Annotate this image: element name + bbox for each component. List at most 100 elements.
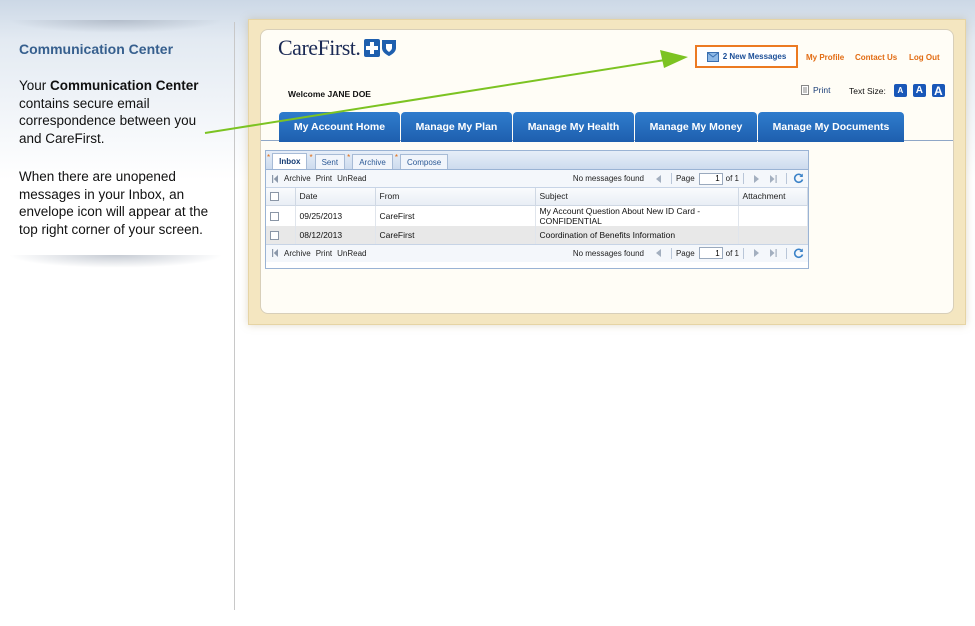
page-number-input[interactable] (698, 172, 723, 185)
panel-paragraph-2: When there are unopened messages in your… (19, 169, 209, 237)
tab-star-icon: * (267, 153, 271, 162)
toolbar-separator (670, 173, 672, 184)
nav-tab-manage-my-plan[interactable]: Manage My Plan (401, 112, 512, 142)
new-messages-button[interactable]: 2 New Messages (695, 45, 798, 68)
cell-date: 09/25/2013 (295, 205, 376, 226)
par1-pre: Your (19, 78, 51, 93)
message-center-panel: * Inbox * Sent * Archive * Compose Archi… (265, 150, 809, 269)
archive-button[interactable]: Archive (284, 174, 311, 183)
print-button[interactable]: Print (801, 85, 830, 95)
tab-inbox[interactable]: * Inbox (267, 152, 308, 169)
first-page-icon[interactable] (272, 174, 278, 183)
bottom-shade-divider (0, 255, 232, 269)
tab-compose-label: Compose (400, 154, 449, 169)
select-all-header (266, 188, 296, 206)
next-page-icon[interactable] (753, 249, 760, 257)
my-profile-link[interactable]: My Profile (806, 53, 844, 62)
toolbar-separator (743, 173, 744, 184)
page-label: Page (675, 174, 695, 183)
cell-from: CareFirst (375, 205, 536, 226)
col-header-from[interactable]: From (375, 188, 536, 206)
nav-tab-manage-my-money[interactable]: Manage My Money (635, 112, 757, 142)
tab-sent[interactable]: * Sent (309, 152, 346, 169)
panel-title: Communication Center (19, 41, 174, 57)
nav-tab-manage-my-documents[interactable]: Manage My Documents (758, 112, 904, 142)
toolbar-separator (743, 247, 744, 259)
text-size-medium-button[interactable]: A (912, 84, 926, 97)
nav-tab-manage-my-health[interactable]: Manage My Health (513, 112, 634, 142)
print-messages-button[interactable]: Print (316, 174, 332, 183)
main-nav: My Account Home Manage My Plan Manage My… (279, 112, 905, 142)
print-icon (801, 85, 809, 95)
previous-page-icon[interactable] (655, 249, 662, 257)
tab-inbox-label: Inbox (272, 153, 308, 169)
blue-cross-icon (364, 39, 381, 57)
nav-tab-my-account-home[interactable]: My Account Home (279, 112, 400, 142)
refresh-icon[interactable] (793, 248, 804, 259)
contact-us-link[interactable]: Contact Us (855, 53, 897, 62)
table-row[interactable]: 08/12/2013 CareFirst Coordination of Ben… (266, 225, 808, 244)
cell-date: 08/12/2013 (295, 225, 376, 244)
page-of-label: of 1 (725, 248, 739, 258)
panel-paragraph-1: Your Communication Center contains secur… (19, 77, 219, 147)
refresh-icon[interactable] (793, 173, 804, 184)
last-page-icon[interactable] (770, 249, 777, 257)
toolbar-separator (786, 173, 787, 184)
row-checkbox-cell (266, 205, 296, 226)
cell-subject[interactable]: My Account Question About New ID Card - … (535, 205, 739, 226)
vertical-divider (234, 22, 235, 610)
toolbar-status: No messages found (572, 174, 644, 183)
toolbar-separator (786, 247, 787, 259)
previous-page-icon[interactable] (655, 174, 662, 183)
envelope-icon (706, 51, 719, 62)
tab-sent-label: Sent (314, 154, 346, 169)
welcome-text: Welcome JANE DOE (288, 89, 371, 99)
row-checkbox[interactable] (270, 211, 279, 221)
explanation-panel: Communication Center Your Communication … (0, 0, 235, 626)
last-page-icon[interactable] (770, 174, 777, 183)
tab-star-icon: * (347, 153, 351, 162)
text-size-label: Text Size: (849, 85, 886, 96)
row-checkbox[interactable] (270, 230, 279, 240)
bcbs-logo-icon (363, 39, 397, 57)
message-toolbar-top: Archive Print UnRead No messages found P… (266, 170, 808, 188)
message-table: Date From Subject Attachment 09/25/2013 … (266, 188, 808, 244)
text-size-small-button[interactable]: A (893, 84, 907, 97)
tab-compose[interactable]: * Compose (394, 152, 449, 169)
screenshot-frame: CareFirst. 2 New Messages My Profile Con… (248, 19, 966, 325)
page-label: Page (675, 248, 695, 258)
select-all-checkbox[interactable] (270, 192, 279, 202)
tab-star-icon: * (394, 153, 398, 162)
cell-subject[interactable]: Coordination of Benefits Information (535, 225, 739, 244)
page-number-input[interactable] (698, 247, 723, 259)
print-label: Print (813, 85, 831, 95)
tab-archive-label: Archive (352, 154, 393, 169)
col-header-subject[interactable]: Subject (535, 188, 739, 206)
logo-text: CareFirst. (278, 35, 361, 60)
table-header-row: Date From Subject Attachment (266, 188, 808, 206)
par1-bold: Communication Center (50, 78, 199, 93)
par1-post: contains secure email correspondence bet… (19, 95, 197, 146)
cell-attachment (738, 225, 808, 244)
text-size-control: Text Size: A A A (849, 84, 945, 98)
row-checkbox-cell (266, 225, 296, 244)
table-row[interactable]: 09/25/2013 CareFirst My Account Question… (266, 205, 808, 226)
first-page-icon[interactable] (272, 249, 278, 257)
toolbar-separator (670, 247, 672, 259)
new-messages-label: 2 New Messages (722, 52, 787, 61)
unread-button[interactable]: UnRead (337, 249, 366, 258)
next-page-icon[interactable] (753, 174, 760, 183)
unread-button[interactable]: UnRead (337, 174, 366, 183)
page-of-label: of 1 (725, 174, 739, 183)
log-out-link[interactable]: Log Out (909, 53, 940, 62)
print-messages-button[interactable]: Print (316, 249, 332, 258)
text-size-large-button[interactable]: A (931, 84, 945, 98)
tab-archive[interactable]: * Archive (347, 152, 393, 169)
toolbar-status: No messages found (572, 248, 644, 258)
cell-attachment (738, 205, 808, 226)
top-shade-divider (0, 20, 232, 34)
col-header-attachment[interactable]: Attachment (738, 188, 808, 206)
blue-shield-icon (382, 40, 397, 56)
col-header-date[interactable]: Date (295, 188, 376, 206)
archive-button[interactable]: Archive (284, 249, 311, 258)
